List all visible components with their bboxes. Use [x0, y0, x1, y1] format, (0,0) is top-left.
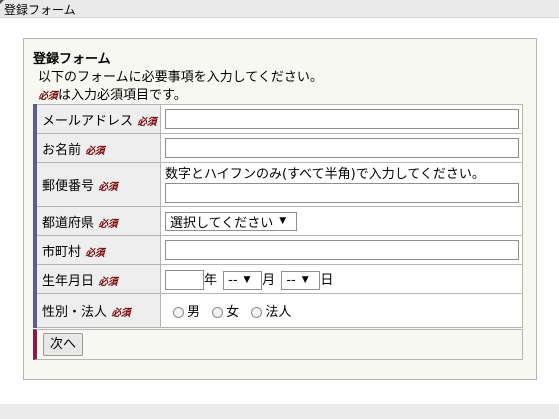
required-note-text: は入力必須項目です。: [58, 88, 187, 103]
month-unit: 月: [262, 272, 276, 288]
field-label-postal: 郵便番号 必須: [33, 162, 161, 207]
month-selected-value: --: [228, 272, 238, 288]
city-input[interactable]: [165, 240, 519, 260]
row-name: お名前 必須: [33, 133, 523, 163]
birth-day-select[interactable]: -- ▼: [281, 270, 321, 290]
row-gender: 性別・法人 必須 男 女 法人: [33, 293, 523, 328]
radio-female[interactable]: [212, 307, 224, 318]
field-label-birthdate: 生年月日 必須: [33, 264, 161, 294]
row-city: 市町村 必須: [33, 235, 523, 265]
field-cell-city: [160, 235, 523, 265]
field-cell-prefecture: 選択してください ▼: [160, 206, 523, 236]
radio-corporation[interactable]: [251, 307, 263, 318]
dropdown-arrow-icon: ▼: [243, 275, 251, 285]
required-mark: 必須: [111, 308, 131, 319]
postal-code-input[interactable]: [165, 182, 519, 203]
form-table: メールアドレス 必須 お名前 必須 郵便番号 必須 数字とハイフンのみ(すべて半…: [33, 104, 523, 328]
postal-hint: 数字とハイフンのみ(すべて半角)で入力してください。: [165, 166, 485, 182]
required-mark: 必須: [98, 276, 118, 288]
required-mark: 必須: [85, 247, 105, 259]
label-text: お名前: [42, 142, 82, 158]
radio-label-corporation: 法人: [265, 305, 292, 320]
label-text: 生年月日: [42, 273, 95, 289]
next-button[interactable]: 次へ: [43, 333, 84, 356]
radio-male[interactable]: [173, 307, 184, 318]
birth-month-select[interactable]: -- ▼: [223, 270, 263, 290]
label-text: 市町村: [42, 244, 82, 260]
label-text: 郵便番号: [42, 179, 95, 194]
required-note: 必須は入力必須項目です。: [38, 84, 187, 103]
dropdown-arrow-icon: ▼: [301, 275, 309, 285]
prefecture-select[interactable]: 選択してください ▼: [165, 211, 297, 231]
required-mark: 必須: [98, 218, 118, 230]
required-mark: 必須: [85, 145, 105, 157]
form-heading: 登録フォーム: [33, 52, 111, 67]
label-text: 性別・法人: [42, 305, 108, 320]
required-mark: 必須: [137, 116, 157, 128]
row-postal: 郵便番号 必須 数字とハイフンのみ(すべて半角)で入力してください。: [33, 162, 523, 207]
row-birthdate: 生年月日 必須 年 -- ▼ 月 -- ▼ 日: [33, 264, 523, 294]
button-row: 次へ: [33, 329, 523, 360]
field-label-prefecture: 都道府県 必須: [33, 206, 161, 236]
field-label-gender: 性別・法人 必須: [33, 293, 161, 328]
radio-label-male: 男: [187, 305, 201, 320]
prefecture-selected-value: 選択してください: [170, 215, 274, 231]
field-cell-gender: 男 女 法人: [160, 293, 523, 328]
radio-label-female: 女: [226, 305, 240, 320]
name-input[interactable]: [165, 138, 519, 158]
window-title: 登録フォーム: [4, 3, 76, 17]
row-email: メールアドレス 必須: [33, 104, 523, 134]
field-cell-name: [160, 133, 523, 163]
field-label-city: 市町村 必須: [33, 235, 161, 265]
field-label-email: メールアドレス 必須: [33, 104, 161, 134]
field-label-name: お名前 必須: [33, 133, 161, 163]
window-titlebar: 登録フォーム: [0, 0, 559, 18]
year-unit: 年: [204, 272, 218, 288]
bottom-bar: [0, 404, 559, 419]
form-description: 以下のフォームに必要事項を入力してください。: [38, 70, 323, 85]
day-selected-value: --: [286, 272, 296, 288]
birth-year-input[interactable]: [165, 269, 204, 290]
label-text: 都道府県: [42, 215, 95, 231]
row-prefecture: 都道府県 必須 選択してください ▼: [33, 206, 523, 236]
field-cell-email: [160, 104, 523, 134]
email-input[interactable]: [165, 109, 519, 129]
required-mark: 必須: [98, 182, 118, 193]
dropdown-arrow-icon: ▼: [279, 216, 287, 226]
field-cell-postal: 数字とハイフンのみ(すべて半角)で入力してください。: [160, 162, 523, 207]
label-text: メールアドレス: [42, 113, 134, 129]
required-mark: 必須: [38, 91, 58, 102]
day-unit: 日: [320, 272, 334, 288]
field-cell-birthdate: 年 -- ▼ 月 -- ▼ 日: [160, 264, 523, 294]
